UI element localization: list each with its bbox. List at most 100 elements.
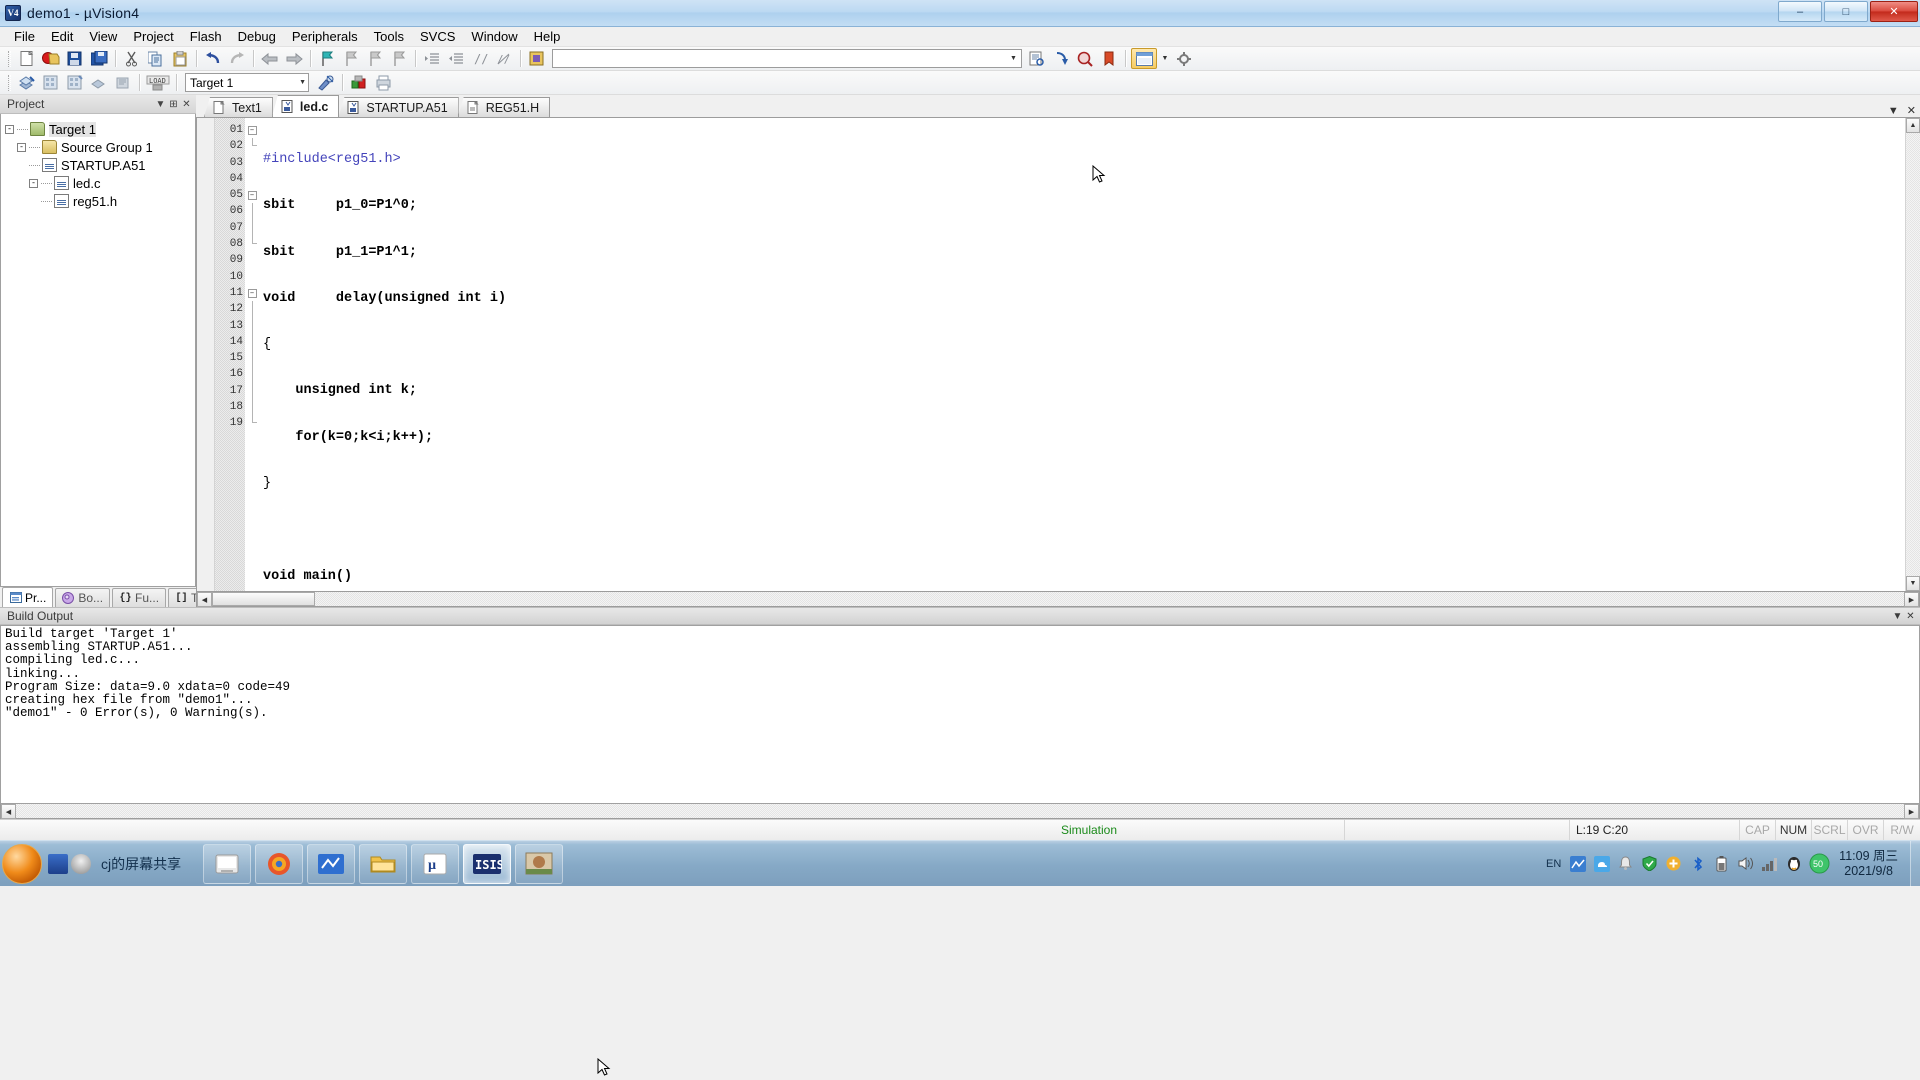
chevron-down-icon[interactable]: ▼ xyxy=(1888,105,1899,117)
taskbar-item-photo-viewer[interactable] xyxy=(515,844,563,884)
configure-icon[interactable] xyxy=(1173,48,1195,69)
tree-item-target1[interactable]: - Target 1 xyxy=(5,120,193,138)
toolbar-grip[interactable] xyxy=(8,51,11,67)
indent-icon[interactable] xyxy=(421,48,443,69)
taskbar-item-keil-uvision[interactable]: µ xyxy=(411,844,459,884)
editor-tab-startup-a51[interactable]: STARTUP.A51 xyxy=(338,97,458,117)
print-icon[interactable] xyxy=(372,72,394,93)
code-editor[interactable]: 01 02 03 04 05 06 07 08 09 10 11 12 13 1… xyxy=(196,117,1920,592)
editor-horizontal-scrollbar[interactable]: ◀ ▶ xyxy=(196,592,1920,607)
mic-icon[interactable] xyxy=(71,854,91,874)
editor-vertical-scrollbar[interactable]: ▲ ▼ xyxy=(1905,118,1920,591)
build-output-text[interactable]: Build target 'Target 1' assembling START… xyxy=(0,625,1920,804)
maximize-button[interactable]: □ xyxy=(1824,1,1868,22)
chevron-down-icon[interactable]: ▼ xyxy=(299,79,306,86)
volume-icon[interactable] xyxy=(1737,855,1754,872)
tree-item-startup-a51[interactable]: STARTUP.A51 xyxy=(5,156,193,174)
editor-tab-text1[interactable]: Text1 xyxy=(204,97,273,117)
close-icon[interactable]: ✕ xyxy=(1904,611,1917,622)
tree-expander[interactable]: - xyxy=(17,143,26,152)
battery-icon[interactable] xyxy=(1713,855,1730,872)
scroll-left-button[interactable]: ◀ xyxy=(197,592,212,607)
target-select[interactable]: Target 1 ▼ xyxy=(185,73,309,92)
find-combo[interactable]: ▼ xyxy=(552,49,1022,68)
uncomment-icon[interactable]: // xyxy=(493,48,515,69)
tree-item-led-c[interactable]: - led.c xyxy=(5,174,193,192)
menu-item-edit[interactable]: Edit xyxy=(43,27,81,46)
pane-tab-books[interactable]: Bo... xyxy=(55,588,110,607)
taskbar-item-editor-app[interactable] xyxy=(307,844,355,884)
bookmark-clear-icon[interactable] xyxy=(388,48,410,69)
scroll-left-button[interactable]: ◀ xyxy=(1,804,16,819)
bluetooth-icon[interactable] xyxy=(1689,855,1706,872)
save-icon[interactable] xyxy=(64,48,86,69)
scroll-up-button[interactable]: ▲ xyxy=(1906,118,1920,133)
code-text[interactable]: #include<reg51.h> sbit p1_0=P1^0; sbit p… xyxy=(259,118,1905,591)
batch-build-icon[interactable] xyxy=(88,72,110,93)
hscroll-track[interactable] xyxy=(16,804,1904,818)
window-layout-icon[interactable] xyxy=(1131,48,1157,69)
comment-icon[interactable]: // xyxy=(469,48,491,69)
open-file-icon[interactable] xyxy=(40,48,62,69)
minimize-button[interactable]: – xyxy=(1778,1,1822,22)
stop-build-icon[interactable] xyxy=(112,72,134,93)
new-file-icon[interactable] xyxy=(16,48,38,69)
plus-icon[interactable] xyxy=(1665,855,1682,872)
save-all-icon[interactable] xyxy=(88,48,110,69)
rebuild-icon[interactable] xyxy=(64,72,86,93)
bookmark-next-icon[interactable] xyxy=(364,48,386,69)
menu-item-window[interactable]: Window xyxy=(463,27,525,46)
editor-tab-reg51-h[interactable]: REG51.H xyxy=(458,97,551,117)
pin-icon[interactable]: ⊞ xyxy=(167,99,180,110)
editor-tab-led-c[interactable]: led.c xyxy=(272,95,340,117)
tree-item-reg51-h[interactable]: reg51.h xyxy=(5,192,193,210)
menu-item-file[interactable]: File xyxy=(6,27,43,46)
forward-icon[interactable] xyxy=(283,48,305,69)
tree-expander[interactable]: - xyxy=(29,179,38,188)
signal-icon[interactable] xyxy=(1761,855,1778,872)
find-in-files-icon[interactable] xyxy=(1026,48,1048,69)
taskbar-clock[interactable]: 11:09 周三 2021/9/8 xyxy=(1837,849,1904,879)
paste-icon[interactable] xyxy=(169,48,191,69)
download-icon[interactable]: LOAD xyxy=(145,72,171,93)
taskbar-item-firefox[interactable] xyxy=(255,844,303,884)
start-orb-icon[interactable] xyxy=(2,844,42,884)
bookmark-icon[interactable] xyxy=(1098,48,1120,69)
bell-icon[interactable] xyxy=(1617,855,1634,872)
undo-icon[interactable] xyxy=(202,48,224,69)
hscroll-thumb[interactable] xyxy=(212,592,315,606)
taskview-icon[interactable] xyxy=(48,854,68,874)
manage-components-icon[interactable] xyxy=(348,72,370,93)
translate-icon[interactable] xyxy=(16,72,38,93)
find-icon[interactable] xyxy=(1074,48,1096,69)
taskbar-item-folder-window[interactable] xyxy=(359,844,407,884)
tree-expander[interactable]: - xyxy=(5,125,14,134)
chevron-down-icon[interactable]: ▼ xyxy=(154,99,167,110)
scroll-right-button[interactable]: ▶ xyxy=(1904,592,1919,607)
menu-item-view[interactable]: View xyxy=(81,27,125,46)
close-button[interactable]: ✕ xyxy=(1870,1,1918,22)
cut-icon[interactable] xyxy=(121,48,143,69)
screen-share-button[interactable]: cj的屏幕共享 xyxy=(97,852,189,876)
build-output-scrollbar[interactable]: ◀ ▶ xyxy=(0,804,1920,819)
redo-icon[interactable] xyxy=(226,48,248,69)
hscroll-track[interactable] xyxy=(315,592,1904,606)
outdent-icon[interactable] xyxy=(445,48,467,69)
target-options-icon[interactable] xyxy=(315,72,337,93)
taskbar-item-proteus-isis[interactable]: ISIS xyxy=(463,844,511,884)
shield-icon[interactable] xyxy=(1641,855,1658,872)
find-next-icon[interactable] xyxy=(1050,48,1072,69)
pane-tab-functions[interactable]: {} Fu... xyxy=(112,588,166,607)
menu-item-tools[interactable]: Tools xyxy=(366,27,412,46)
close-icon[interactable]: ✕ xyxy=(1907,104,1916,117)
chevron-down-icon[interactable]: ▼ xyxy=(1159,48,1171,69)
show-desktop-button[interactable] xyxy=(1910,841,1920,887)
fold-marker[interactable]: – xyxy=(245,122,259,138)
scroll-down-button[interactable]: ▼ xyxy=(1906,576,1920,591)
close-icon[interactable]: ✕ xyxy=(180,99,193,110)
scroll-right-button[interactable]: ▶ xyxy=(1904,804,1919,819)
ime-indicator[interactable]: EN xyxy=(1545,855,1562,872)
scroll-track[interactable] xyxy=(1906,133,1920,576)
menu-item-peripherals[interactable]: Peripherals xyxy=(284,27,366,46)
back-icon[interactable] xyxy=(259,48,281,69)
